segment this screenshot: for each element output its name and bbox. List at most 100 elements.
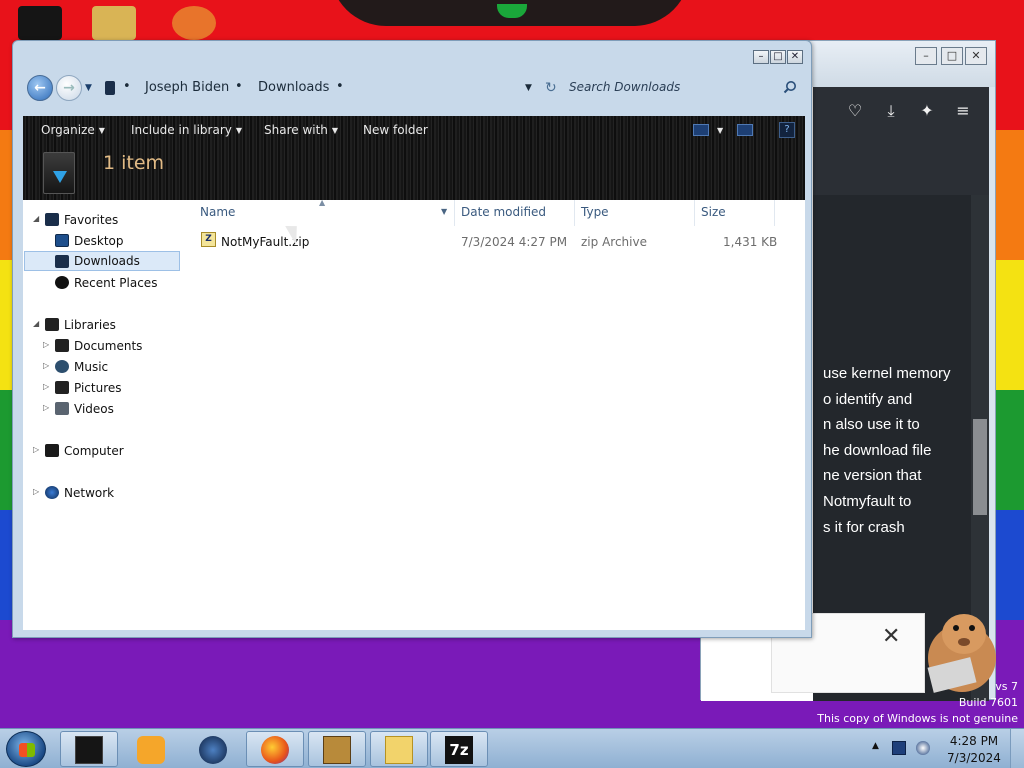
nav-documents[interactable]: ▷ Documents [23, 336, 183, 356]
article-line: Notmyfault to [823, 492, 912, 510]
back-button[interactable]: ← [27, 75, 53, 101]
expand-arrow-icon[interactable]: ▷ [43, 382, 49, 391]
forward-button[interactable]: → [56, 75, 82, 101]
command-toolbar: Organize ▼ Include in library ▼ Share with… [23, 116, 805, 200]
show-hidden-icons-icon[interactable]: ▲ [872, 741, 879, 751]
close-button[interactable]: ✕ [787, 50, 803, 64]
minimize-button[interactable]: – [753, 50, 769, 64]
taskbar-folder[interactable] [370, 731, 428, 767]
article-line: n also use it to [823, 416, 920, 434]
nav-label: Desktop [74, 234, 124, 248]
collapse-arrow-icon[interactable]: ◢ [33, 214, 39, 223]
nav-desktop[interactable]: Desktop [23, 231, 183, 251]
nav-label: Computer [64, 444, 124, 458]
column-header-size[interactable]: Size [695, 200, 775, 226]
taskbar-globe[interactable] [184, 731, 242, 767]
refresh-icon[interactable]: ↻ [545, 80, 557, 96]
clock-time[interactable]: 4:28 PM [948, 734, 1000, 748]
chevron-down-icon[interactable]: ▼ [85, 83, 92, 93]
nav-libraries[interactable]: ◢ Libraries [23, 315, 183, 335]
nav-computer[interactable]: ▷ Computer [23, 441, 183, 461]
download-icon[interactable]: ⤓ [879, 99, 903, 123]
help-icon[interactable]: ? [779, 122, 795, 138]
preview-pane-icon[interactable] [737, 124, 753, 136]
desktop-icon-1[interactable] [18, 6, 62, 40]
nav-network[interactable]: ▷ Network [23, 483, 183, 503]
explorer-titlebar[interactable]: – □ ✕ [13, 41, 811, 71]
nav-label: Music [74, 360, 109, 374]
close-icon[interactable]: ✕ [882, 624, 900, 649]
start-button[interactable] [6, 731, 46, 767]
nav-recent-places[interactable]: Recent Places [23, 273, 183, 293]
documents-icon [55, 339, 69, 352]
taskbar-box-app[interactable] [308, 731, 366, 767]
show-desktop-button[interactable] [1010, 729, 1024, 768]
column-header-label: Name [200, 205, 236, 219]
nav-downloads[interactable]: Downloads [24, 251, 180, 271]
taskbar-explorer[interactable] [60, 731, 118, 767]
article-line: o identify and [823, 390, 913, 408]
share-with-button[interactable]: Share with ▼ [264, 123, 338, 137]
breadcrumb-downloads[interactable]: Downloads [258, 80, 329, 95]
breadcrumb-separator[interactable]: • [123, 79, 131, 94]
scrollbar-thumb[interactable] [973, 419, 987, 515]
column-header-type[interactable]: Type [575, 200, 695, 226]
extensions-icon[interactable]: ✦ [915, 99, 939, 123]
taskbar-firefox[interactable] [246, 731, 304, 767]
folder-icon [105, 81, 115, 95]
nav-favorites[interactable]: ◢ Favorites [23, 210, 183, 230]
chevron-down-icon: ▼ [235, 126, 243, 135]
search-input[interactable]: Search Downloads [561, 74, 801, 102]
zip-file-icon: Z [201, 232, 216, 247]
desktop-icon-2[interactable] [92, 6, 136, 40]
browser-maximize-button[interactable]: □ [941, 47, 963, 65]
volume-tray-icon[interactable] [916, 741, 930, 755]
desktop-icon-3[interactable] [172, 6, 216, 40]
breadcrumb-separator[interactable]: • [235, 79, 243, 94]
column-header-date-modified[interactable]: Date modified [455, 200, 575, 226]
taskbar-media-player[interactable] [122, 731, 180, 767]
pocket-icon[interactable]: ♡ [843, 99, 867, 123]
desktop-icon [55, 234, 69, 247]
watermark-line: This copy of Windows is not genuine [817, 712, 1018, 725]
chevron-down-icon[interactable]: ▼ [441, 207, 447, 216]
article-line: ne version that [823, 467, 922, 485]
clock-date[interactable]: 7/3/2024 [946, 751, 1002, 765]
file-size: 1,431 KB [723, 235, 778, 249]
column-header-name[interactable]: Name [189, 200, 455, 226]
explorer-window: – □ ✕ ← → ▼ • Joseph Biden • Downloads •… [12, 40, 812, 638]
collapse-arrow-icon[interactable]: ◢ [33, 319, 39, 328]
expand-arrow-icon[interactable]: ▷ [43, 403, 49, 412]
downloads-icon [55, 255, 69, 268]
browser-close-button[interactable]: ✕ [965, 47, 987, 65]
taskbar-7zip[interactable]: 7z [430, 731, 488, 767]
chevron-down-icon[interactable]: ▼ [717, 126, 723, 135]
pictures-icon [55, 381, 69, 394]
7zip-icon: 7z [445, 736, 473, 764]
expand-arrow-icon[interactable]: ▷ [43, 361, 49, 370]
nav-videos[interactable]: ▷ Videos [23, 399, 183, 419]
organize-button[interactable]: Organize ▼ [41, 123, 105, 137]
include-in-library-button[interactable]: Include in library ▼ [131, 123, 242, 137]
breadcrumb-joseph-biden[interactable]: Joseph Biden [145, 80, 229, 95]
search-icon[interactable] [783, 80, 797, 94]
menu-icon[interactable]: ≡ [951, 99, 975, 123]
article-line: he download file [823, 441, 932, 459]
address-bar[interactable]: • Joseph Biden • Downloads • ▼ ↻ [101, 74, 557, 102]
expand-arrow-icon[interactable]: ▷ [33, 487, 39, 496]
expand-arrow-icon[interactable]: ▷ [33, 445, 39, 454]
new-folder-button[interactable]: New folder [363, 123, 428, 137]
article-line: use kernel memory [823, 365, 951, 382]
article-text: use kernel memory o identify and n also … [823, 361, 973, 540]
maximize-button[interactable]: □ [770, 50, 786, 64]
nav-music[interactable]: ▷ Music [23, 357, 183, 377]
organize-label: Organize [41, 123, 95, 137]
network-tray-icon[interactable] [892, 741, 906, 755]
view-icon[interactable] [693, 124, 709, 136]
browser-toolbar: ♡ ⤓ ✦ ≡ [813, 87, 989, 195]
expand-arrow-icon[interactable]: ▷ [43, 340, 49, 349]
breadcrumb-separator[interactable]: • [336, 79, 344, 94]
chevron-down-icon[interactable]: ▼ [525, 83, 532, 93]
nav-pictures[interactable]: ▷ Pictures [23, 378, 183, 398]
browser-minimize-button[interactable]: – [915, 47, 937, 65]
